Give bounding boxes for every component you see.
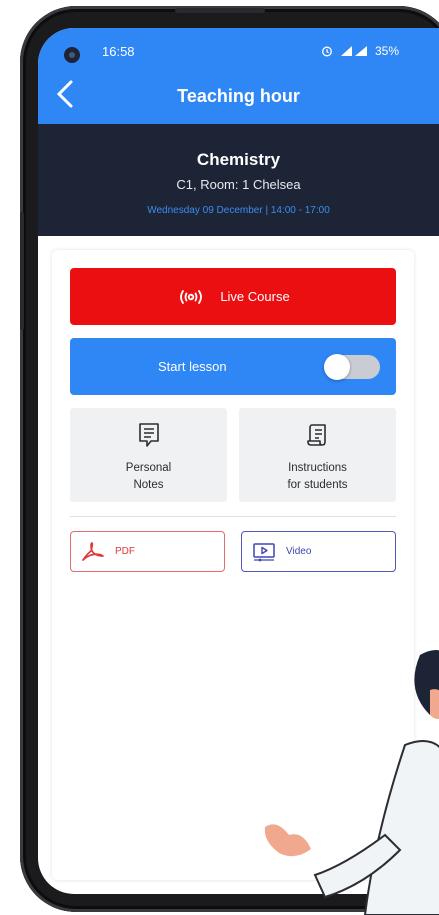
lesson-header: Chemistry C1, Room: 1 Chelsea Wednesday … <box>38 124 439 236</box>
status-time: 16:58 <box>102 44 135 59</box>
lesson-subject: Chemistry <box>196 150 281 169</box>
lesson-room: C1, Room: 1 Chelsea <box>176 177 301 192</box>
video-button[interactable]: Video <box>241 531 396 572</box>
live-broadcast-icon <box>180 289 203 304</box>
toggle-knob <box>324 354 350 380</box>
top-notch <box>175 8 265 13</box>
instructions-tile[interactable]: Instructions for students <box>239 408 396 502</box>
scroll-icon <box>306 424 326 446</box>
instructions-label-2: for students <box>287 479 348 491</box>
status-icons: 35% <box>321 44 399 58</box>
live-course-label: Live Course <box>220 289 290 304</box>
personal-notes-label-2: Notes <box>133 479 164 491</box>
live-course-button[interactable]: Live Course <box>70 268 396 325</box>
lesson-schedule: Wednesday 09 December | 14:00 - 17:00 <box>147 205 330 216</box>
video-label: Video <box>286 546 312 557</box>
side-button <box>20 212 24 330</box>
start-lesson-row[interactable]: Start lesson <box>70 338 396 395</box>
personal-notes-label-1: Personal <box>125 462 172 474</box>
pdf-label: PDF <box>115 546 135 557</box>
start-lesson-toggle[interactable] <box>324 354 380 380</box>
app-bar: 16:58 35% Teaching hour <box>38 28 439 124</box>
instructions-label-1: Instructions <box>288 462 347 474</box>
teacher-illustration <box>264 650 439 915</box>
start-lesson-label: Start lesson <box>158 359 227 374</box>
page-title: Teaching hour <box>177 86 300 106</box>
front-camera <box>64 47 80 63</box>
personal-notes-tile[interactable]: Personal Notes <box>70 408 227 502</box>
video-icon <box>253 542 275 561</box>
battery-level: 35% <box>374 44 399 58</box>
pdf-button[interactable]: PDF <box>70 531 225 572</box>
alarm-icon <box>322 46 332 57</box>
pdf-icon <box>82 541 104 561</box>
section-divider <box>70 516 396 517</box>
signal-icon <box>340 46 367 56</box>
notes-icon <box>138 423 159 447</box>
